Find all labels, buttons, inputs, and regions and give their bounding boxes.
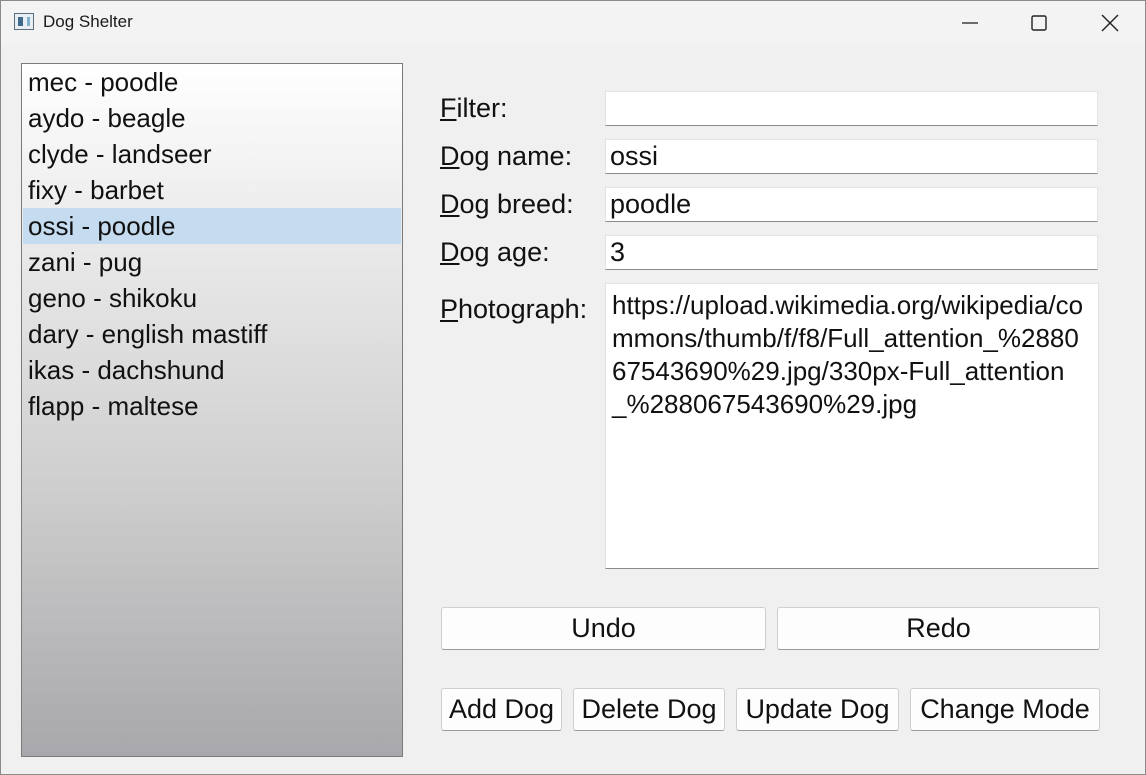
dog-name-input[interactable]: ossi <box>605 139 1098 174</box>
list-item[interactable]: mec - poodle <box>23 64 401 100</box>
dog-breed-label: Dog breed: <box>440 189 574 219</box>
list-item[interactable]: zani - pug <box>23 244 401 280</box>
list-item[interactable]: clyde - landseer <box>23 136 401 172</box>
add-dog-button[interactable]: Add Dog <box>441 688 562 731</box>
close-icon <box>1101 14 1119 32</box>
list-item[interactable]: geno - shikoku <box>23 280 401 316</box>
minimize-button[interactable] <box>936 1 1004 45</box>
maximize-icon <box>1031 15 1047 31</box>
minimize-icon <box>962 22 978 24</box>
main-window: Dog Shelter mec - poodle aydo - beagle cly… <box>0 0 1146 775</box>
app-icon <box>14 13 34 30</box>
list-item[interactable]: fixy - barbet <box>23 172 401 208</box>
list-item[interactable]: ikas - dachshund <box>23 352 401 388</box>
list-item[interactable]: ossi - poodle <box>23 208 401 244</box>
dog-list[interactable]: mec - poodle aydo - beagle clyde - landsee… <box>21 63 403 757</box>
photograph-textarea[interactable]: https://upload.wikimedia.org/wikipedia/c… <box>605 283 1099 569</box>
change-mode-button[interactable]: Change Mode <box>910 688 1100 731</box>
delete-dog-button[interactable]: Delete Dog <box>573 688 725 731</box>
window-title: Dog Shelter <box>43 12 133 31</box>
list-item[interactable]: dary - english mastiff <box>23 316 401 352</box>
redo-button[interactable]: Redo <box>777 607 1100 650</box>
filter-label: Filter: <box>440 93 508 123</box>
dog-breed-input[interactable]: poodle <box>605 187 1098 222</box>
update-dog-button[interactable]: Update Dog <box>736 688 899 731</box>
close-button[interactable] <box>1076 1 1144 45</box>
list-item[interactable]: aydo - beagle <box>23 100 401 136</box>
undo-button[interactable]: Undo <box>441 607 766 650</box>
list-item[interactable]: flapp - maltese <box>23 388 401 424</box>
photograph-label: Photograph: <box>440 294 588 324</box>
title-bar[interactable]: Dog Shelter <box>1 1 1145 45</box>
dog-age-input[interactable]: 3 <box>605 235 1098 270</box>
filter-input[interactable] <box>605 91 1098 126</box>
dog-age-label: Dog age: <box>440 237 550 267</box>
maximize-button[interactable] <box>1005 1 1073 45</box>
dog-name-label: Dog name: <box>440 141 573 171</box>
